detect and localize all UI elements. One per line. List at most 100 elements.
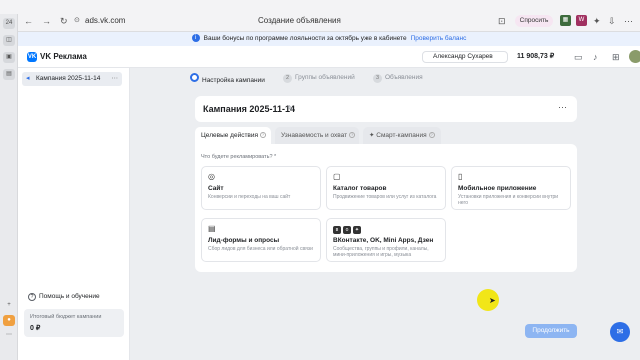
question-label: Что будете рекламировать? *	[201, 154, 277, 160]
tab-awareness[interactable]: Узнаваемость и охват?	[275, 127, 359, 144]
back-icon[interactable]: ←	[24, 15, 33, 27]
vk-icon: в	[333, 226, 341, 234]
step-campaign-settings[interactable]: Настройка кампании	[190, 73, 265, 86]
option-title: Каталог товаров	[333, 185, 387, 192]
campaign-title-card: Кампания 2025-11-14 ✎ ⋯	[195, 96, 577, 122]
objective-options-card: Что будете рекламировать? * ◎ Сайт Конве…	[195, 144, 577, 272]
smartphone-icon: ▯	[458, 172, 463, 181]
banner-text: Ваши бонусы по программе лояльности за о…	[203, 35, 407, 42]
continue-label: Продолжить	[532, 327, 570, 334]
tab-label: Узнаваемость и охват	[281, 132, 348, 139]
step-ads[interactable]: 3 Объявления	[373, 73, 423, 83]
help-icon[interactable]: ?	[260, 132, 267, 139]
dzen-icon: ✦	[353, 226, 361, 234]
menu-icon[interactable]: ⋯	[624, 15, 633, 27]
vtab-4[interactable]: ▤	[3, 69, 15, 80]
step-number: 3	[373, 74, 382, 83]
option-website[interactable]: ◎ Сайт Конверсии и переходы на ваш сайт	[201, 166, 321, 210]
tab-target-actions[interactable]: Целевые действия?	[195, 127, 271, 144]
logo[interactable]: VK VK Реклама	[27, 52, 87, 62]
vertical-tabs-bar: 24 ◫ ▣ ▤ + ● ⋯	[0, 14, 18, 360]
ecosystem-icons: в о ✦	[333, 224, 439, 234]
check-balance-link[interactable]: Проверить баланс	[411, 35, 467, 42]
sidebar-item-campaign[interactable]: ◂ Кампания 2025-11-14 ⋯	[22, 72, 122, 86]
shopping-bag-icon: ▢	[333, 172, 341, 181]
browser-toolbar: ← → ↻ ⊙ ads.vk.com Создание объявления ⊡…	[0, 0, 640, 32]
option-title: Сайт	[208, 185, 224, 192]
chat-support-icon[interactable]: ✉	[610, 322, 630, 342]
forward-icon[interactable]: →	[42, 15, 51, 27]
step-indicator	[190, 73, 199, 82]
apps-icon[interactable]: ⊞	[612, 52, 620, 62]
step-label: Группы объявлений	[295, 74, 355, 81]
budget-label: Итоговый бюджет кампании	[30, 314, 102, 320]
logo-text: VK Реклама	[40, 52, 87, 62]
campaign-title[interactable]: Кампания 2025-11-14	[203, 104, 295, 114]
vtab-calendar[interactable]: 24	[3, 18, 15, 29]
info-icon: i	[191, 34, 200, 43]
ask-button[interactable]: Спросить	[515, 15, 553, 27]
extension-w-icon[interactable]: W	[576, 15, 587, 26]
continue-button[interactable]: Продолжить	[525, 324, 577, 338]
help-label: Помощь и обучение	[39, 293, 100, 300]
extension-icon[interactable]: ▦	[560, 15, 571, 26]
profile-icon[interactable]: ●	[3, 315, 15, 326]
tab-smart-campaign[interactable]: ✦ Смарт-кампания?	[363, 127, 441, 144]
question-icon: ?	[28, 293, 36, 301]
option-mobile-app[interactable]: ▯ Мобильное приложение Установки приложе…	[451, 166, 571, 210]
tab-label: Смарт-кампания	[376, 132, 427, 139]
balance[interactable]: 11 908,73 ₽	[517, 52, 554, 60]
more-options-icon[interactable]: ⋯	[112, 72, 119, 86]
more-icon[interactable]: ⋯	[3, 330, 15, 341]
bell-icon[interactable]: ♪	[593, 52, 598, 62]
option-catalog[interactable]: ▢ Каталог товаров Продвижение товаров ил…	[326, 166, 446, 210]
tab-label: Целевые действия	[201, 132, 259, 139]
address-bar[interactable]: ads.vk.com	[85, 14, 175, 28]
help-icon[interactable]: ?	[349, 132, 356, 139]
budget-box: Итоговый бюджет кампании 0 ₽	[24, 309, 124, 337]
add-tab-icon[interactable]: +	[3, 300, 15, 311]
option-desc: Установки приложения и конверсии внутри …	[458, 194, 559, 206]
objective-tabs: Целевые действия? Узнаваемость и охват? …	[195, 127, 577, 144]
option-desc: Сообщества, группы и профили, каналы, ми…	[333, 246, 429, 258]
ask-label: Спросить	[519, 17, 549, 24]
step-label: Настройка кампании	[202, 77, 265, 84]
help-link[interactable]: ? Помощь и обучение	[28, 292, 100, 301]
avatar[interactable]	[629, 50, 640, 63]
megaphone-icon: ◂	[26, 75, 30, 82]
option-title: ВКонтакте, OK, Mini Apps, Дзен	[333, 237, 434, 244]
mouse-cursor-icon: ➤	[489, 296, 496, 305]
download-icon[interactable]: ⇩	[608, 15, 616, 27]
extensions-puzzle-icon[interactable]: ✦	[593, 15, 601, 27]
budget-value: 0 ₽	[30, 325, 41, 332]
site-info-icon[interactable]: ⊙	[74, 15, 80, 27]
step-number: 2	[283, 74, 292, 83]
option-desc: Продвижение товаров или услуг из каталог…	[333, 194, 437, 200]
more-options-icon[interactable]: ⋯	[558, 102, 567, 113]
pencil-icon[interactable]: ✎	[287, 104, 294, 113]
browser-page-title: Создание объявления	[258, 16, 341, 25]
bookmark-icon[interactable]: ⊡	[498, 15, 506, 27]
sidebar-campaign-label: Кампания 2025-11-14	[36, 75, 101, 82]
loyalty-banner: i Ваши бонусы по программе лояльности за …	[18, 32, 640, 46]
reload-icon[interactable]: ↻	[60, 15, 68, 27]
form-icon: ▤	[208, 224, 216, 233]
sidebar: ◂ Кампания 2025-11-14 ⋯ ? Помощь и обучен…	[18, 68, 130, 360]
vtab-2[interactable]: ◫	[3, 35, 15, 46]
vtab-3[interactable]: ▣	[3, 52, 15, 63]
help-icon[interactable]: ?	[428, 132, 435, 139]
account-name: Александр Сухарев	[433, 53, 493, 60]
option-title: Мобильное приложение	[458, 185, 537, 192]
vk-logo-icon: VK	[27, 52, 37, 62]
account-selector[interactable]: Александр Сухарев	[422, 51, 508, 63]
globe-icon: ◎	[208, 172, 215, 181]
step-ad-groups[interactable]: 2 Группы объявлений	[283, 73, 355, 83]
step-label: Объявления	[385, 74, 423, 81]
ok-icon: о	[343, 226, 351, 234]
app-header: VK VK Реклама Александр Сухарев 11 908,73…	[18, 46, 640, 68]
option-desc: Сбор лидов для бизнеса или обратной связ…	[208, 246, 313, 252]
option-desc: Конверсии и переходы на ваш сайт	[208, 194, 291, 200]
wallet-icon[interactable]: ▭	[574, 52, 583, 62]
option-lead-forms[interactable]: ▤ Лид-формы и опросы Сбор лидов для бизн…	[201, 218, 321, 262]
option-vk-ecosystem[interactable]: в о ✦ ВКонтакте, OK, Mini Apps, Дзен Сообщ…	[326, 218, 446, 262]
